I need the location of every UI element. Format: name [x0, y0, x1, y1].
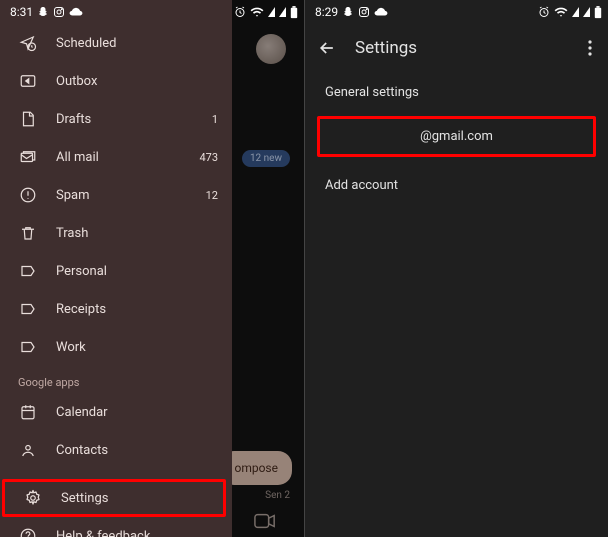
- drafts-icon: [18, 110, 38, 128]
- signal-icon-2: [279, 7, 286, 17]
- drawer-item-work[interactable]: Work: [0, 328, 232, 366]
- drawer-label: Scheduled: [56, 36, 218, 51]
- drawer-item-outbox[interactable]: Outbox: [0, 62, 232, 100]
- label-icon: [18, 262, 38, 280]
- drawer-label: Spam: [56, 188, 188, 203]
- instagram-icon: [358, 6, 370, 18]
- drawer-item-contacts[interactable]: Contacts: [0, 431, 232, 469]
- wifi-icon: [250, 6, 264, 18]
- scheduled-icon: [18, 34, 38, 52]
- drawer-badge: 12: [206, 189, 218, 202]
- drawer-label: Work: [56, 340, 218, 355]
- drawer-item-scheduled[interactable]: Scheduled: [0, 24, 232, 62]
- phone-right: 8:29: [304, 0, 608, 537]
- signal-icon-2: [583, 7, 590, 17]
- settings-label: Add account: [325, 178, 398, 193]
- drawer-item-receipts[interactable]: Receipts: [0, 290, 232, 328]
- settings-account-email[interactable]: @gmail.com: [317, 116, 596, 157]
- snapchat-icon: [342, 6, 354, 18]
- drawer-label: Personal: [56, 264, 218, 279]
- drawer-item-personal[interactable]: Personal: [0, 252, 232, 290]
- allmail-icon: [18, 148, 38, 166]
- settings-label: @gmail.com: [420, 129, 493, 144]
- drawer-item-allmail[interactable]: All mail 473: [0, 138, 232, 176]
- drawer-label: Receipts: [56, 302, 218, 317]
- settings-general[interactable]: General settings: [305, 72, 608, 112]
- snapchat-icon: [37, 6, 49, 18]
- battery-icon: [290, 6, 298, 19]
- gear-icon: [23, 489, 43, 507]
- outbox-icon: [18, 72, 38, 90]
- drawer-label: Contacts: [56, 443, 218, 458]
- drawer-item-spam[interactable]: Spam 12: [0, 176, 232, 214]
- drawer-item-settings[interactable]: Settings: [2, 479, 226, 517]
- help-icon: [18, 527, 38, 537]
- drawer-label: Drafts: [56, 112, 194, 127]
- instagram-icon: [53, 6, 65, 18]
- settings-body: General settings @gmail.com Add account: [305, 72, 608, 205]
- spam-icon: [18, 186, 38, 204]
- drawer-label: Trash: [56, 226, 218, 241]
- nav-drawer: Scheduled Outbox Drafts 1 All mail 473: [0, 0, 232, 537]
- drawer-badge: 1: [212, 113, 218, 126]
- signal-icon-1: [268, 7, 275, 17]
- drawer-section-google-apps: Google apps: [0, 366, 232, 393]
- trash-icon: [18, 224, 38, 242]
- drawer-label: Calendar: [56, 405, 218, 420]
- drawer-badge: 473: [199, 151, 218, 164]
- cloud-icon: [374, 7, 388, 17]
- settings-add-account[interactable]: Add account: [305, 165, 608, 205]
- contacts-icon: [18, 441, 38, 459]
- page-title: Settings: [355, 38, 566, 58]
- status-bar: 8:29: [305, 0, 608, 24]
- settings-label: General settings: [325, 85, 419, 100]
- cloud-icon: [69, 7, 83, 17]
- drawer-item-drafts[interactable]: Drafts 1: [0, 100, 232, 138]
- settings-header: Settings: [305, 24, 608, 72]
- drawer-item-help[interactable]: Help & feedback: [0, 517, 232, 537]
- drawer-label: Help & feedback: [56, 529, 218, 537]
- battery-icon: [594, 6, 602, 19]
- alarm-icon: [538, 6, 550, 18]
- more-icon[interactable]: [584, 36, 596, 60]
- label-icon: [18, 300, 38, 318]
- drawer-label: Outbox: [56, 74, 218, 89]
- alarm-icon: [234, 6, 246, 18]
- drawer-label: All mail: [56, 150, 181, 165]
- calendar-icon: [18, 403, 38, 421]
- drawer-item-trash[interactable]: Trash: [0, 214, 232, 252]
- status-bar: 8:31: [0, 0, 304, 24]
- drawer-label: Settings: [61, 491, 209, 506]
- status-time: 8:31: [10, 5, 33, 19]
- wifi-icon: [554, 6, 568, 18]
- drawer-item-calendar[interactable]: Calendar: [0, 393, 232, 431]
- back-icon[interactable]: [317, 38, 337, 58]
- status-time: 8:29: [315, 5, 338, 19]
- label-icon: [18, 338, 38, 356]
- phone-left: 12 new ompose Sen 2 8:31: [0, 0, 304, 537]
- signal-icon-1: [572, 7, 579, 17]
